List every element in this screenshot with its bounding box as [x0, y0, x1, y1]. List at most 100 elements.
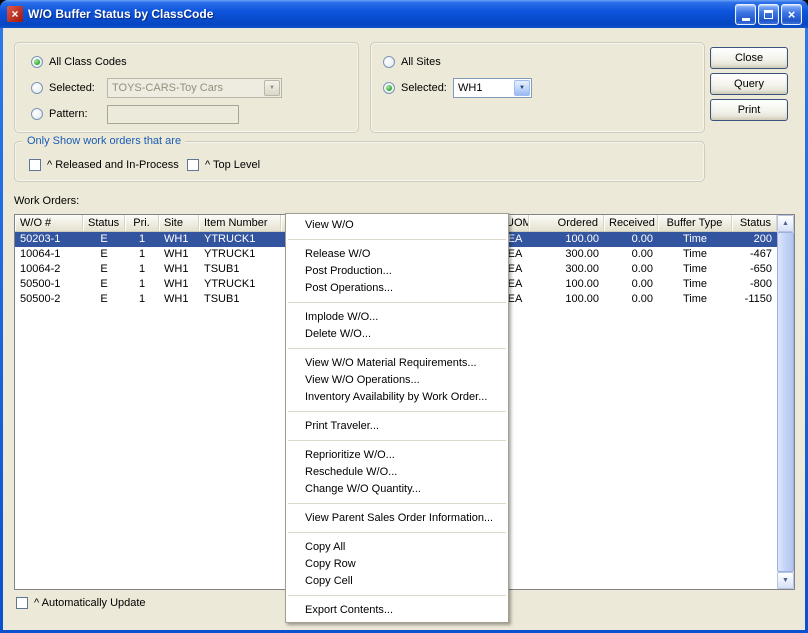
checkbox-top-level[interactable]: ^ Top Level	[187, 158, 260, 172]
table-cell[interactable]: 0.00	[604, 262, 658, 277]
table-cell[interactable]: 0.00	[604, 277, 658, 292]
table-cell[interactable]: WH1	[159, 247, 199, 262]
menu-item[interactable]: View Parent Sales Order Information...	[286, 510, 508, 527]
table-cell[interactable]: Time	[658, 277, 732, 292]
scroll-thumb[interactable]	[777, 232, 794, 572]
table-cell[interactable]: -650	[732, 262, 777, 277]
table-cell[interactable]: TSUB1	[199, 292, 281, 307]
menu-item[interactable]: Release W/O	[286, 246, 508, 263]
menu-item[interactable]: Copy Row	[286, 556, 508, 573]
table-cell[interactable]: E	[83, 292, 125, 307]
table-cell[interactable]: E	[83, 232, 125, 247]
radio-all-class-codes[interactable]: All Class Codes	[31, 55, 127, 69]
table-cell[interactable]: YTRUCK1	[199, 277, 281, 292]
table-cell[interactable]: 1	[125, 247, 159, 262]
menu-item[interactable]: Copy All	[286, 539, 508, 556]
menu-item[interactable]: Post Production...	[286, 263, 508, 280]
radio-icon[interactable]	[383, 82, 395, 94]
table-cell[interactable]: E	[83, 277, 125, 292]
table-cell[interactable]: Time	[658, 247, 732, 262]
menu-item[interactable]: Reprioritize W/O...	[286, 447, 508, 464]
radio-all-sites[interactable]: All Sites	[383, 55, 441, 69]
table-cell[interactable]: -800	[732, 277, 777, 292]
menu-item[interactable]: View W/O Operations...	[286, 372, 508, 389]
table-cell[interactable]: WH1	[159, 232, 199, 247]
radio-icon[interactable]	[31, 56, 43, 68]
checkbox-icon[interactable]	[16, 597, 28, 609]
menu-item[interactable]: Reschedule W/O...	[286, 464, 508, 481]
column-header[interactable]: Received	[604, 215, 658, 231]
table-cell[interactable]: -467	[732, 247, 777, 262]
column-header[interactable]: Ordered	[529, 215, 604, 231]
menu-item[interactable]: Post Operations...	[286, 280, 508, 297]
table-cell[interactable]: 0.00	[604, 292, 658, 307]
column-header[interactable]: W/O #	[15, 215, 83, 231]
table-cell[interactable]: 1	[125, 232, 159, 247]
column-header[interactable]: Site	[159, 215, 199, 231]
menu-item[interactable]: Implode W/O...	[286, 309, 508, 326]
scroll-down-button[interactable]: ▼	[777, 572, 794, 589]
menu-item[interactable]: Change W/O Quantity...	[286, 481, 508, 498]
table-cell[interactable]: Time	[658, 232, 732, 247]
table-cell[interactable]: Time	[658, 292, 732, 307]
menu-item[interactable]: View W/O Material Requirements...	[286, 355, 508, 372]
menu-item[interactable]: Delete W/O...	[286, 326, 508, 343]
close-button[interactable]: Close	[710, 47, 788, 69]
table-cell[interactable]: E	[83, 262, 125, 277]
table-cell[interactable]: 300.00	[529, 262, 604, 277]
radio-selected-site[interactable]: Selected:	[383, 81, 447, 95]
table-cell[interactable]: WH1	[159, 292, 199, 307]
site-select[interactable]: WH1 ▼	[453, 78, 532, 98]
checkbox-automatically-update[interactable]: ^ Automatically Update	[16, 596, 146, 610]
table-cell[interactable]: WH1	[159, 277, 199, 292]
titlebar[interactable]: × W/O Buffer Status by ClassCode ×	[0, 0, 808, 28]
table-cell[interactable]: WH1	[159, 262, 199, 277]
radio-selected-class-code[interactable]: Selected:	[31, 81, 95, 95]
table-cell[interactable]: 1	[125, 292, 159, 307]
column-header[interactable]: Buffer Type	[658, 215, 732, 231]
table-cell[interactable]: 100.00	[529, 292, 604, 307]
table-cell[interactable]: 1	[125, 277, 159, 292]
table-cell[interactable]: 50500-2	[15, 292, 83, 307]
menu-item[interactable]: Copy Cell	[286, 573, 508, 590]
table-cell[interactable]: TSUB1	[199, 262, 281, 277]
table-cell[interactable]: 50203-1	[15, 232, 83, 247]
scroll-up-button[interactable]: ▲	[777, 215, 794, 232]
menu-item[interactable]: Export Contents...	[286, 602, 508, 619]
titlebar-minimize-button[interactable]	[735, 4, 756, 25]
table-cell[interactable]: 0.00	[604, 247, 658, 262]
chevron-down-icon[interactable]: ▼	[514, 80, 530, 96]
titlebar-close-button[interactable]: ×	[781, 4, 802, 25]
table-cell[interactable]: E	[83, 247, 125, 262]
table-cell[interactable]: 300.00	[529, 247, 604, 262]
checkbox-icon[interactable]	[187, 159, 199, 171]
table-cell[interactable]: YTRUCK1	[199, 232, 281, 247]
column-header[interactable]: Status	[732, 215, 777, 231]
column-header[interactable]: Item Number	[199, 215, 281, 231]
checkbox-released-in-process[interactable]: ^ Released and In-Process	[29, 158, 179, 172]
table-cell[interactable]: 10064-2	[15, 262, 83, 277]
vertical-scrollbar[interactable]: ▲ ▼	[777, 215, 794, 589]
menu-item[interactable]: Inventory Availability by Work Order...	[286, 389, 508, 406]
table-cell[interactable]: 0.00	[604, 232, 658, 247]
checkbox-icon[interactable]	[29, 159, 41, 171]
menu-item[interactable]: View W/O	[286, 217, 508, 234]
table-cell[interactable]: 10064-1	[15, 247, 83, 262]
radio-pattern[interactable]: Pattern:	[31, 107, 88, 121]
query-button[interactable]: Query	[710, 73, 788, 95]
table-cell[interactable]: 1	[125, 262, 159, 277]
table-cell[interactable]: YTRUCK1	[199, 247, 281, 262]
radio-icon[interactable]	[31, 82, 43, 94]
table-cell[interactable]: 100.00	[529, 277, 604, 292]
table-cell[interactable]: -1150	[732, 292, 777, 307]
titlebar-maximize-button[interactable]	[758, 4, 779, 25]
menu-item[interactable]: Print Traveler...	[286, 418, 508, 435]
radio-icon[interactable]	[383, 56, 395, 68]
app-icon[interactable]: ×	[7, 6, 23, 22]
radio-icon[interactable]	[31, 108, 43, 120]
table-cell[interactable]: Time	[658, 262, 732, 277]
table-cell[interactable]: 50500-1	[15, 277, 83, 292]
table-cell[interactable]: 100.00	[529, 232, 604, 247]
column-header[interactable]: Pri.	[125, 215, 159, 231]
column-header[interactable]: Status	[83, 215, 125, 231]
